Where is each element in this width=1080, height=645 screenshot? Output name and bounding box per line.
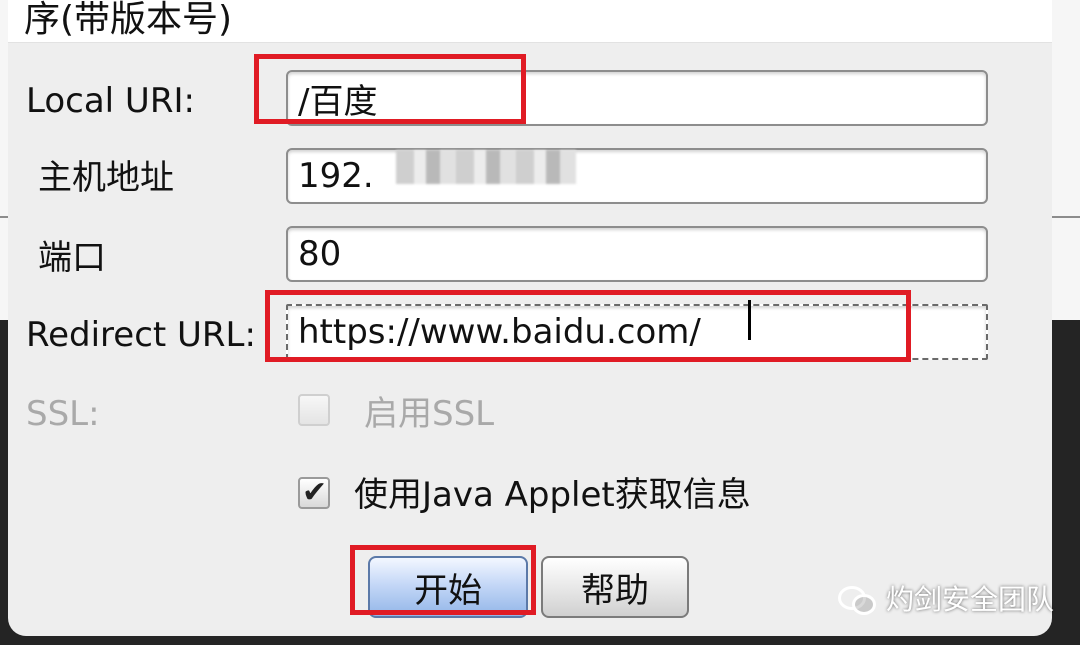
java-applet-checkbox[interactable]: ✔	[298, 475, 330, 510]
host-label: 主机地址	[38, 158, 174, 198]
ssl-checkbox-label: 启用SSL	[364, 394, 495, 434]
redirect-url-input[interactable]	[286, 304, 988, 360]
text-caret	[748, 300, 751, 340]
java-applet-checkbox-label: 使用Java Applet获取信息	[354, 475, 751, 515]
redacted-ip-blur	[396, 150, 576, 184]
help-button[interactable]: 帮助	[541, 556, 689, 618]
port-label: 端口	[38, 238, 106, 278]
screenshot-stage: 序(带版本号) Local URI: 主机地址 端口 Redirect URL:…	[0, 0, 1080, 645]
watermark-text: 灼剑安全团队	[886, 583, 1055, 616]
redirect-url-label: Redirect URL:	[26, 315, 256, 355]
host-input[interactable]	[286, 148, 988, 204]
wechat-icon	[838, 582, 878, 615]
checkmark-icon: ✔	[302, 475, 328, 510]
ssl-label: SSL:	[26, 394, 100, 434]
start-button[interactable]: 开始	[368, 556, 528, 618]
dialog-title: 序(带版本号)	[24, 0, 233, 40]
local-uri-label: Local URI:	[26, 81, 195, 121]
ssl-checkbox[interactable]	[298, 394, 330, 426]
dialog-title-strip: 序(带版本号)	[8, 0, 1052, 43]
port-input[interactable]	[286, 226, 988, 282]
local-uri-input[interactable]	[286, 70, 988, 126]
settings-dialog: 序(带版本号) Local URI: 主机地址 端口 Redirect URL:…	[8, 0, 1052, 636]
watermark: 灼剑安全团队	[838, 578, 1054, 618]
